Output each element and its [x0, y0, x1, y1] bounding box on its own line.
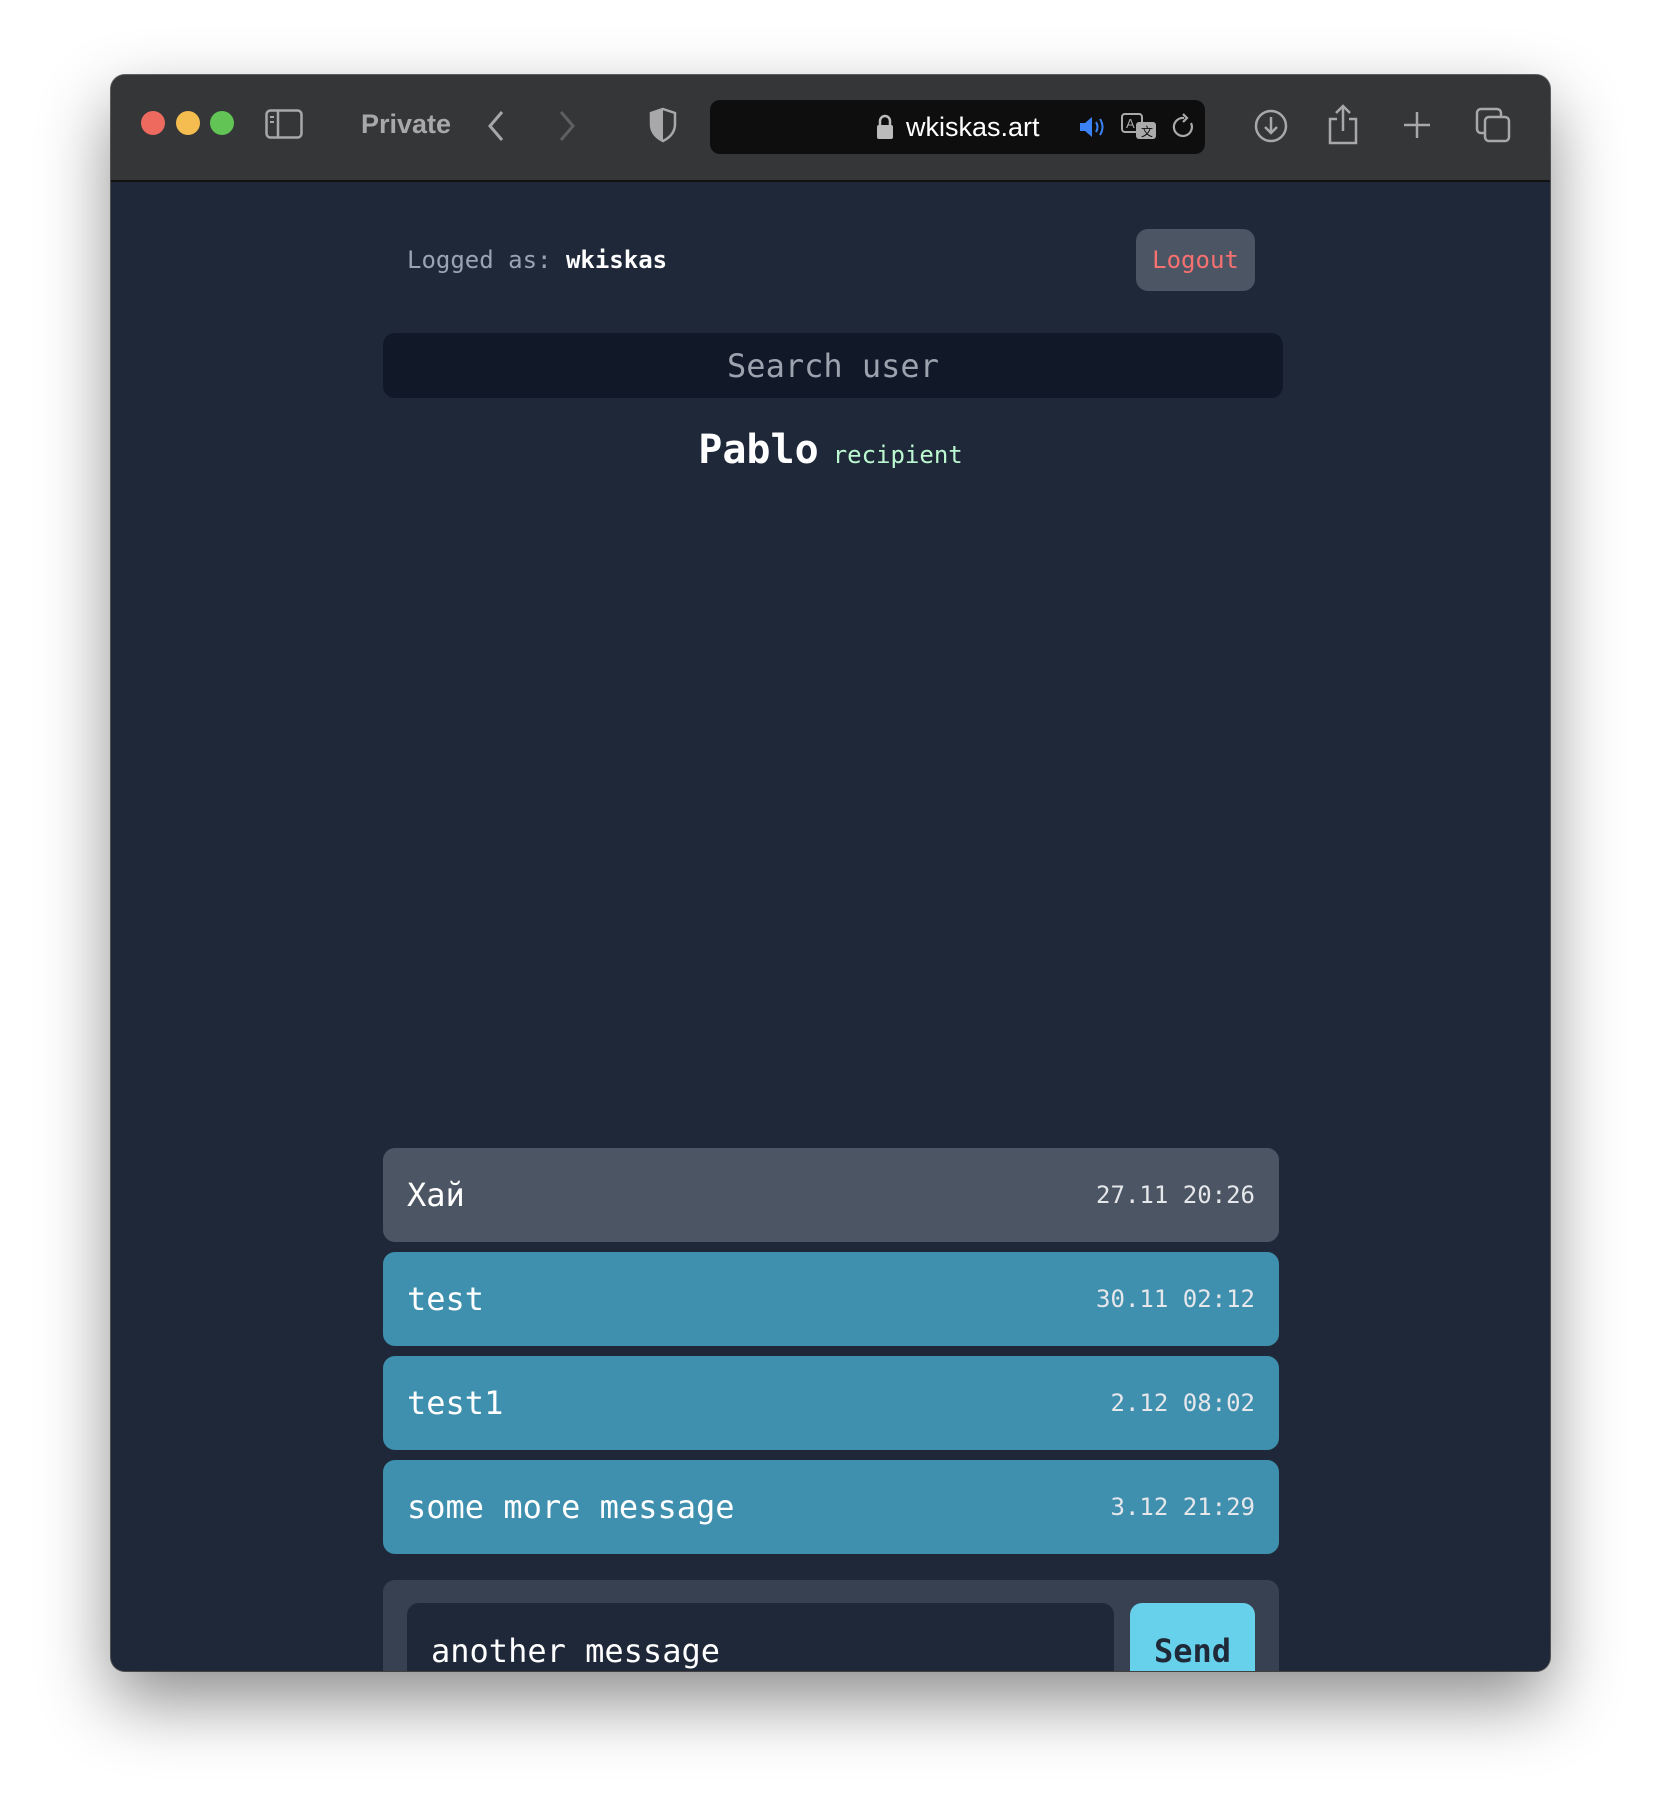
browser-toolbar: Private wkiskas.art A文: [111, 75, 1550, 182]
message-text: test: [407, 1280, 485, 1318]
message-input[interactable]: [407, 1603, 1114, 1671]
message-item: test 30.11 02:12: [383, 1252, 1279, 1346]
url-text: wkiskas.art: [906, 112, 1040, 142]
privacy-shield-icon[interactable]: [649, 107, 677, 143]
chat-page: Logged as: wkiskas Logout Pablo recipient…: [111, 182, 1550, 1671]
private-label: Private: [361, 109, 452, 139]
message-item: test1 2.12 08:02: [383, 1356, 1279, 1450]
message-time: 30.11 02:12: [1096, 1285, 1255, 1313]
browser-window: Private wkiskas.art A文 Logged as: wkiska…: [111, 75, 1550, 1671]
new-tab-icon[interactable]: [1402, 110, 1432, 140]
logged-as-label: Logged as:: [407, 246, 552, 274]
svg-text:文: 文: [1141, 124, 1153, 139]
recipient-header: Pablo recipient: [111, 427, 1550, 473]
recipient-name: Pablo: [698, 427, 819, 473]
message-time: 27.11 20:26: [1096, 1181, 1255, 1209]
send-button[interactable]: Send: [1130, 1603, 1255, 1671]
share-icon[interactable]: [1327, 103, 1359, 145]
translate-icon[interactable]: A文: [1120, 112, 1158, 142]
lock-icon: [877, 114, 893, 139]
reload-icon[interactable]: [1171, 113, 1197, 141]
sidebar-icon[interactable]: [265, 109, 303, 139]
search-user-input[interactable]: [383, 333, 1283, 398]
message-item: some more message 3.12 21:29: [383, 1460, 1279, 1554]
downloads-icon[interactable]: [1253, 108, 1289, 144]
close-window-button[interactable]: [141, 111, 165, 135]
back-icon[interactable]: [486, 109, 506, 143]
message-text: Хай: [407, 1176, 465, 1214]
logout-button[interactable]: Logout: [1136, 229, 1255, 291]
maximize-window-button[interactable]: [210, 111, 234, 135]
current-username: wkiskas: [565, 246, 668, 274]
recipient-tag: recipient: [832, 441, 963, 469]
message-text: some more message: [407, 1488, 735, 1526]
tab-overview-icon[interactable]: [1475, 107, 1511, 143]
message-item: Хай 27.11 20:26: [383, 1148, 1279, 1242]
message-composer: Send: [383, 1580, 1279, 1671]
logged-as-text: Logged as: wkiskas: [407, 246, 667, 274]
message-time: 3.12 21:29: [1110, 1493, 1256, 1521]
message-text: test1: [407, 1384, 504, 1422]
address-bar[interactable]: wkiskas.art A文: [710, 100, 1205, 154]
svg-text:A: A: [1126, 116, 1135, 131]
message-time: 2.12 08:02: [1110, 1389, 1256, 1417]
audio-playing-icon[interactable]: [1078, 115, 1106, 139]
minimize-window-button[interactable]: [176, 111, 200, 135]
forward-icon[interactable]: [557, 109, 577, 143]
